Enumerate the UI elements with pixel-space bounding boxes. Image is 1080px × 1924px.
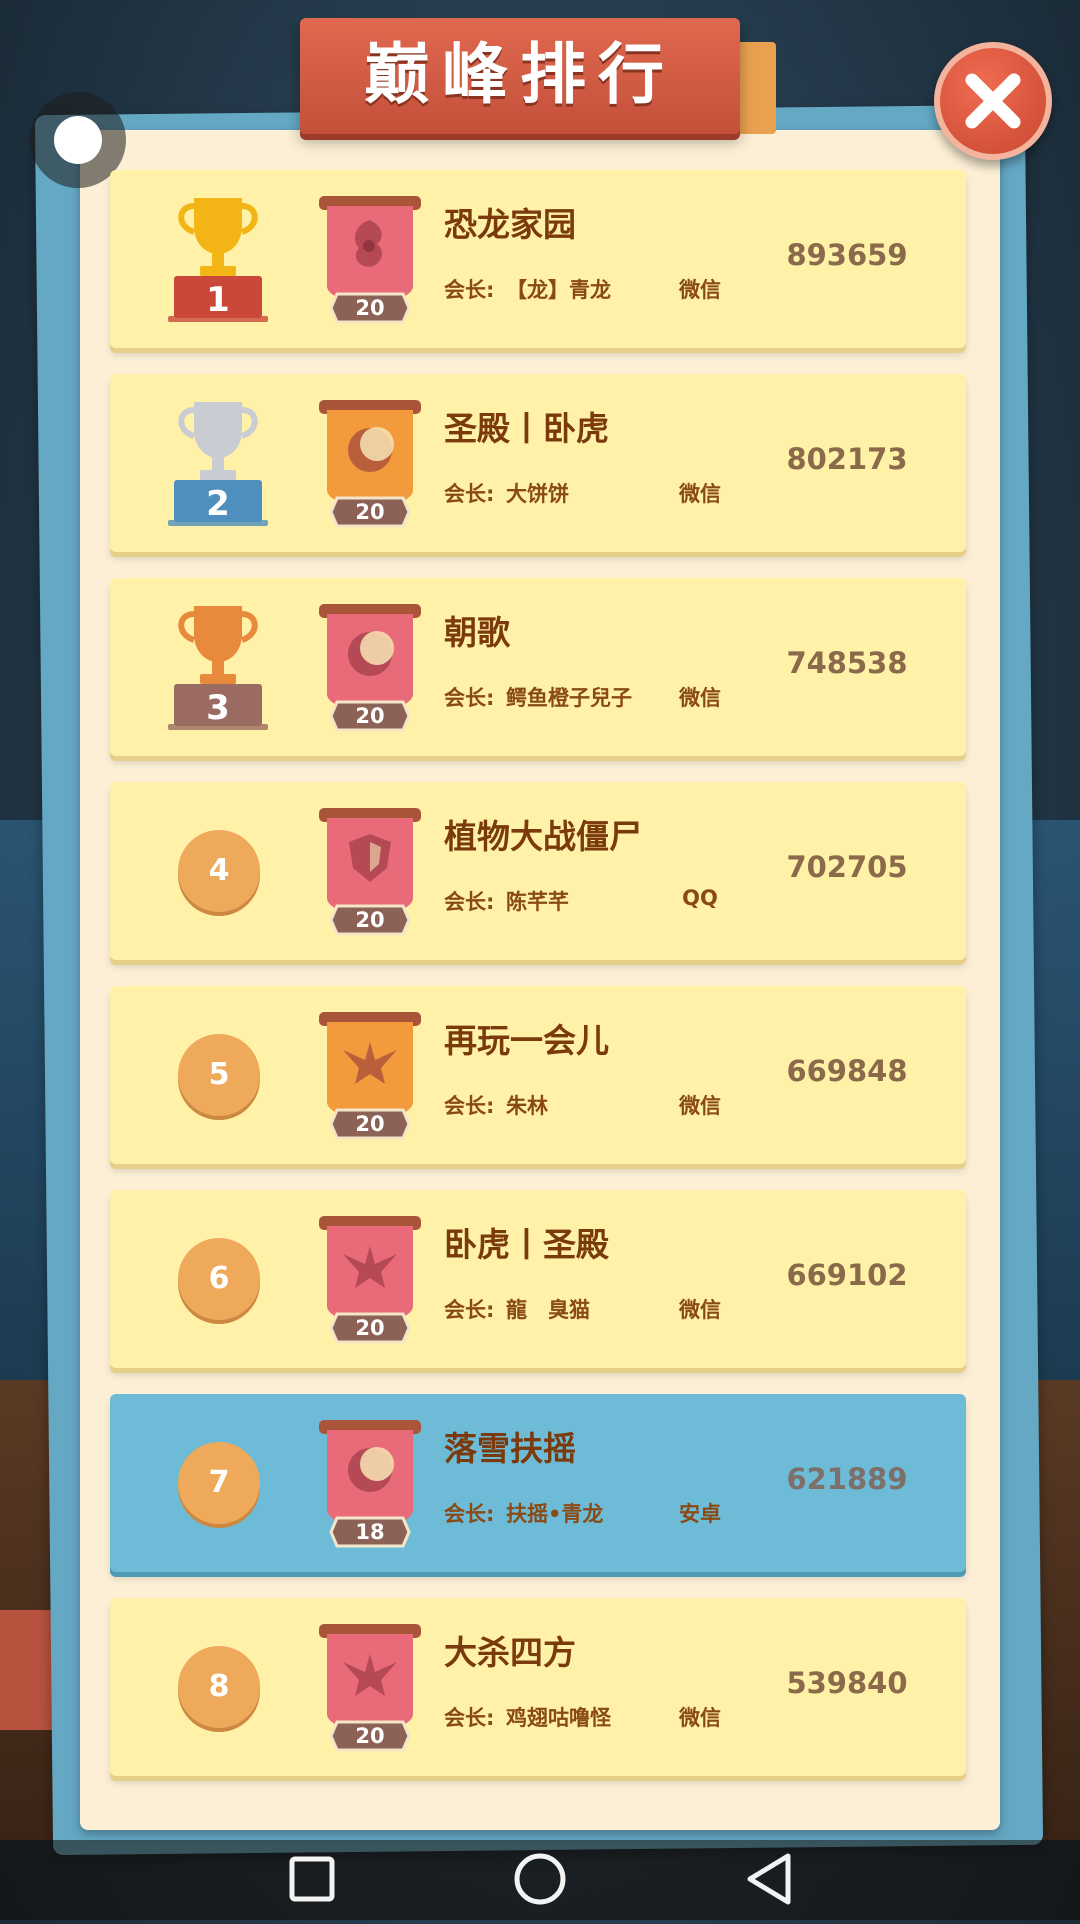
platform-label: 微信: [679, 1706, 721, 1730]
rank-number: 2: [206, 484, 230, 524]
guild-name: 大杀四方: [444, 1633, 576, 1672]
leaderboard-row[interactable]: 5 20 再玩一会儿会长: 朱林 微信 669848: [110, 986, 966, 1164]
guild-level: 20: [355, 1724, 385, 1748]
leader-name: 大饼饼: [506, 482, 569, 506]
recent-apps-button[interactable]: [260, 1840, 360, 1920]
system-navigation-bar: [0, 1840, 1080, 1920]
guild-name: 朝歌: [444, 613, 510, 652]
leaderboard-row[interactable]: 4 20 植物大战僵尸会长: 陈芊芊 QQ 702705: [110, 782, 966, 960]
leader-name: 龍 臭猫: [506, 1298, 590, 1322]
guild-banner: 20: [315, 190, 425, 330]
platform-label: QQ: [682, 886, 718, 910]
guild-score: 748538: [786, 646, 908, 680]
leader-label: 会长:: [444, 1706, 495, 1730]
leader-label: 会长:: [444, 1298, 495, 1322]
leader-name: 鳄鱼橙子兒子: [506, 686, 632, 710]
circle-icon: [514, 1853, 566, 1905]
guild-score: 802173: [786, 442, 908, 476]
guild-level: 18: [355, 1520, 385, 1544]
leader-label: 会长:: [444, 1094, 495, 1118]
leaderboard-row[interactable]: 1 20 恐龙家园会长: 【龙】青龙 微信 893659: [110, 170, 966, 348]
platform-label: 微信: [679, 482, 721, 506]
leader-label: 会长:: [444, 686, 495, 710]
guild-level: 20: [355, 1112, 385, 1136]
leader-name: 扶摇•青龙: [506, 1502, 604, 1526]
guild-banner: 20: [315, 1210, 425, 1350]
platform-label: 安卓: [679, 1502, 721, 1526]
page-title: 巅峰排行: [364, 36, 676, 113]
silver-trophy-icon: 2: [160, 396, 276, 528]
leader-name: 【龙】青龙: [506, 278, 611, 302]
bronze-trophy-icon: 3: [160, 600, 276, 732]
guild-score: 893659: [786, 238, 908, 272]
home-button[interactable]: [490, 1840, 590, 1920]
guild-level: 20: [355, 296, 385, 320]
back-button[interactable]: [720, 1840, 820, 1920]
rank-number: 1: [206, 280, 230, 320]
guild-score: 621889: [786, 1462, 908, 1496]
close-button[interactable]: [934, 42, 1052, 160]
guild-banner: 18: [315, 1414, 425, 1554]
guild-banner: 20: [315, 802, 425, 942]
rank-badge: 5: [178, 1034, 260, 1116]
guild-level: 20: [355, 500, 385, 524]
guild-score: 702705: [786, 850, 908, 884]
leader-name: 朱林: [506, 1094, 548, 1118]
platform-label: 微信: [679, 1298, 721, 1322]
guild-banner: 20: [315, 1618, 425, 1758]
platform-label: 微信: [679, 278, 721, 302]
leaderboard-row[interactable]: 2 20 圣殿丨卧虎会长: 大饼饼 微信 802173: [110, 374, 966, 552]
square-icon: [289, 1856, 335, 1902]
leader-name: 陈芊芊: [506, 890, 569, 914]
leader-label: 会长:: [444, 278, 495, 302]
floating-button-dot: [54, 116, 102, 164]
platform-label: 微信: [679, 1094, 721, 1118]
back-triangle-icon: [747, 1853, 791, 1905]
leader-label: 会长:: [444, 482, 495, 506]
guild-score: 669848: [786, 1054, 908, 1088]
close-icon: [965, 73, 1021, 129]
platform-label: 微信: [679, 686, 721, 710]
guild-level: 20: [355, 908, 385, 932]
guild-banner: 20: [315, 1006, 425, 1146]
leader-label: 会长:: [444, 890, 495, 914]
guild-name: 卧虎丨圣殿: [444, 1225, 609, 1264]
guild-score: 669102: [786, 1258, 908, 1292]
guild-level: 20: [355, 704, 385, 728]
rank-badge: 7: [178, 1442, 260, 1524]
leaderboard-row[interactable]: 3 20 朝歌会长: 鳄鱼橙子兒子 微信 748538: [110, 578, 966, 756]
guild-score: 539840: [786, 1666, 908, 1700]
leaderboard-row[interactable]: 7 18 落雪扶摇会长: 扶摇•青龙 安卓 621889: [110, 1394, 966, 1572]
guild-banner: 20: [315, 394, 425, 534]
rank-number: 3: [206, 688, 230, 728]
guild-name: 再玩一会儿: [444, 1021, 609, 1060]
guild-level: 20: [355, 1316, 385, 1340]
guild-name: 植物大战僵尸: [444, 817, 642, 856]
leader-label: 会长:: [444, 1502, 495, 1526]
leaderboard-row[interactable]: 8 20 大杀四方会长: 鸡翅咕噜怪 微信 539840: [110, 1598, 966, 1776]
leader-name: 鸡翅咕噜怪: [506, 1706, 611, 1730]
gold-trophy-icon: 1: [160, 192, 276, 324]
guild-banner: 20: [315, 598, 425, 738]
guild-name: 落雪扶摇: [444, 1429, 576, 1468]
leaderboard-row[interactable]: 6 20 卧虎丨圣殿会长: 龍 臭猫 微信 669102: [110, 1190, 966, 1368]
guild-name: 圣殿丨卧虎: [444, 409, 609, 448]
rank-badge: 6: [178, 1238, 260, 1320]
guild-name: 恐龙家园: [444, 205, 576, 244]
rank-badge: 4: [178, 830, 260, 912]
rank-badge: 8: [178, 1646, 260, 1728]
